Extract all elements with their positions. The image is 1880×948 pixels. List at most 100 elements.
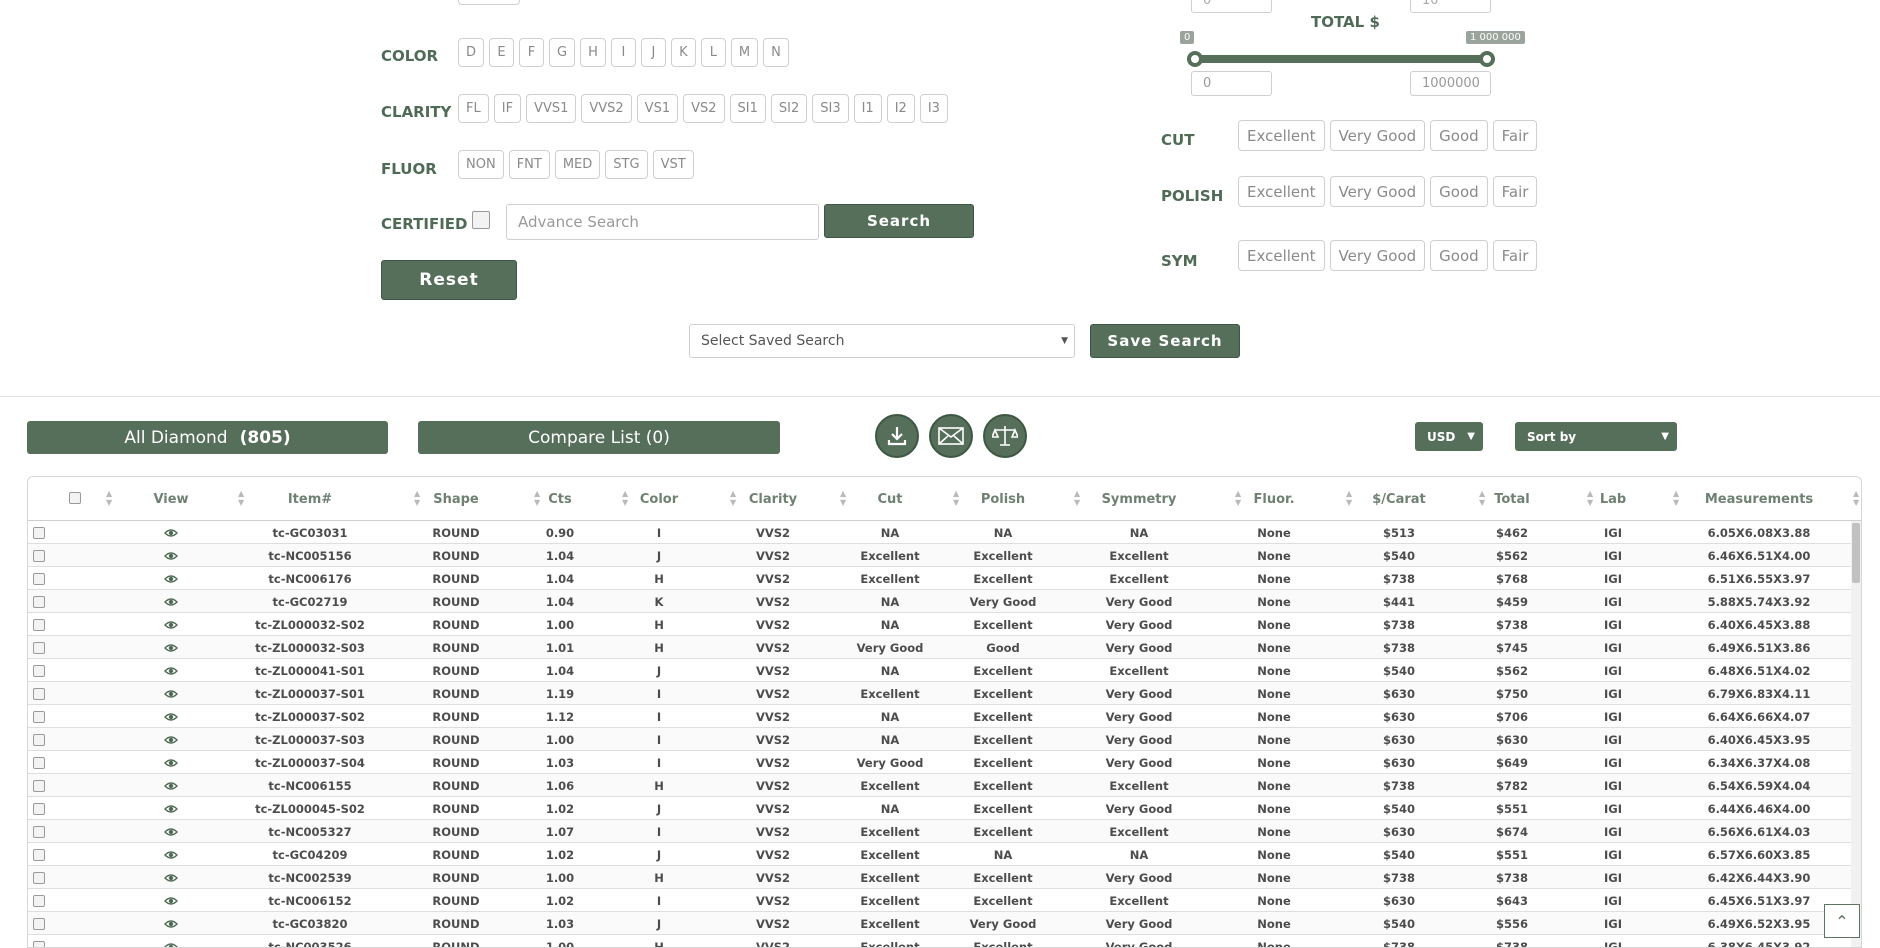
color-option-n[interactable]: N bbox=[763, 38, 789, 67]
view-eye-icon[interactable] bbox=[151, 866, 191, 889]
color-option-h[interactable]: H bbox=[580, 38, 606, 67]
download-button[interactable] bbox=[875, 414, 919, 458]
advance-search-input[interactable]: Advance Search bbox=[506, 204, 819, 240]
view-eye-icon[interactable] bbox=[151, 751, 191, 774]
row-checkbox[interactable] bbox=[33, 872, 45, 884]
color-option-i[interactable]: I bbox=[610, 38, 636, 67]
row-checkbox[interactable] bbox=[33, 895, 45, 907]
table-row[interactable]: tc-GC03820 ROUND 1.03 J VVS2 Excellent Very Go… bbox=[28, 912, 1861, 935]
color-option-e[interactable]: E bbox=[489, 38, 515, 67]
row-checkbox[interactable] bbox=[33, 665, 45, 677]
sym-option-good[interactable]: Good bbox=[1430, 240, 1488, 271]
cell-item-number[interactable]: tc-NC005327 bbox=[235, 820, 385, 843]
clarity-option-i2[interactable]: I2 bbox=[886, 94, 915, 123]
row-checkbox[interactable] bbox=[33, 734, 45, 746]
cell-item-number[interactable]: tc-NC002539 bbox=[235, 866, 385, 889]
sort-icon[interactable]: ▲ ▼ bbox=[1853, 489, 1859, 507]
color-option-k[interactable]: K bbox=[670, 38, 696, 67]
view-eye-icon[interactable] bbox=[151, 636, 191, 659]
clarity-option-vs1[interactable]: VS1 bbox=[636, 94, 679, 123]
column-header--carat[interactable]: $/Carat bbox=[1339, 477, 1459, 521]
table-scrollbar-thumb[interactable] bbox=[1852, 523, 1860, 583]
reset-button[interactable]: Reset bbox=[381, 260, 517, 300]
clarity-option-if[interactable]: IF bbox=[493, 94, 522, 123]
polish-option-fair[interactable]: Fair bbox=[1492, 176, 1538, 207]
compare-button[interactable] bbox=[983, 414, 1027, 458]
table-row[interactable]: tc-NC002539 ROUND 1.00 H VVS2 Excellent Excell… bbox=[28, 866, 1861, 889]
view-eye-icon[interactable] bbox=[151, 912, 191, 935]
cell-item-number[interactable]: tc-ZL000045-S02 bbox=[235, 797, 385, 820]
sym-option-excellent[interactable]: Excellent bbox=[1238, 240, 1325, 271]
column-header-fluor[interactable]: Fluor. bbox=[1214, 477, 1334, 521]
cut-option-excellent[interactable]: Excellent bbox=[1238, 120, 1325, 151]
row-checkbox[interactable] bbox=[33, 941, 45, 947]
sort-icon[interactable]: ▲ ▼ bbox=[1673, 489, 1679, 507]
table-row[interactable]: tc-ZL000045-S02 ROUND 1.02 J VVS2 NA Excellent… bbox=[28, 797, 1861, 820]
column-header-clarity[interactable]: Clarity bbox=[713, 477, 833, 521]
table-row[interactable]: tc-NC006155 ROUND 1.06 H VVS2 Excellent Excell… bbox=[28, 774, 1861, 797]
total-range-min-handle[interactable] bbox=[1187, 51, 1203, 67]
column-header-measurements[interactable]: Measurements bbox=[1699, 477, 1819, 521]
clarity-option-si3[interactable]: SI3 bbox=[812, 94, 849, 123]
cell-item-number[interactable]: tc-GC02719 bbox=[235, 590, 385, 613]
cell-item-number[interactable]: tc-NC003526 bbox=[235, 935, 385, 948]
certified-checkbox[interactable] bbox=[472, 211, 490, 229]
table-row[interactable]: tc-GC02719 ROUND 1.04 K VVS2 NA Very Good Very … bbox=[28, 590, 1861, 613]
cell-item-number[interactable]: tc-GC03820 bbox=[235, 912, 385, 935]
scroll-to-top-button[interactable]: ⌃ bbox=[1824, 904, 1860, 938]
row-checkbox[interactable] bbox=[33, 711, 45, 723]
fluor-option-vst[interactable]: VST bbox=[652, 150, 694, 179]
search-button[interactable]: Search bbox=[824, 204, 974, 238]
table-row[interactable]: tc-NC006152 ROUND 1.02 I VVS2 Excellent Excell… bbox=[28, 889, 1861, 912]
clarity-option-vvs2[interactable]: VVS2 bbox=[581, 94, 632, 123]
fluor-option-fnt[interactable]: FNT bbox=[508, 150, 550, 179]
table-row[interactable]: tc-NC005156 ROUND 1.04 J VVS2 Excellent Excell… bbox=[28, 544, 1861, 567]
view-eye-icon[interactable] bbox=[151, 843, 191, 866]
currency-select[interactable]: USD ▼ bbox=[1415, 422, 1483, 451]
view-eye-icon[interactable] bbox=[151, 728, 191, 751]
view-eye-icon[interactable] bbox=[151, 705, 191, 728]
color-option-d[interactable]: D bbox=[458, 38, 485, 67]
carat-from-input[interactable]: 0 bbox=[1191, 0, 1272, 13]
cell-item-number[interactable]: tc-GC03031 bbox=[235, 521, 385, 544]
view-eye-icon[interactable] bbox=[151, 797, 191, 820]
view-eye-icon[interactable] bbox=[151, 521, 191, 544]
select-all-checkbox[interactable] bbox=[69, 492, 81, 504]
color-option-f[interactable]: F bbox=[519, 38, 545, 67]
cell-item-number[interactable]: tc-ZL000032-S03 bbox=[235, 636, 385, 659]
column-header-lab[interactable]: Lab bbox=[1553, 477, 1673, 521]
total-from-input[interactable]: 0 bbox=[1191, 71, 1272, 96]
fluor-option-non[interactable]: NON bbox=[458, 150, 504, 179]
row-checkbox[interactable] bbox=[33, 688, 45, 700]
all-diamond-tab[interactable]: All Diamond (805) bbox=[27, 421, 388, 454]
cut-option-very-good[interactable]: Very Good bbox=[1329, 120, 1426, 151]
table-row[interactable]: tc-GC03031 ROUND 0.90 I VVS2 NA NA NA None $513 $4… bbox=[28, 521, 1861, 544]
clarity-option-i3[interactable]: I3 bbox=[919, 94, 948, 123]
total-range-slider[interactable] bbox=[1187, 51, 1495, 67]
column-header-symmetry[interactable]: Symmetry bbox=[1079, 477, 1199, 521]
clarity-option-vvs1[interactable]: VVS1 bbox=[526, 94, 577, 123]
save-search-button[interactable]: Save Search bbox=[1090, 324, 1240, 358]
sort-icon[interactable]: ▲ ▼ bbox=[238, 489, 244, 507]
table-row[interactable]: tc-ZL000041-S01 ROUND 1.04 J VVS2 NA Excellent… bbox=[28, 659, 1861, 682]
view-eye-icon[interactable] bbox=[151, 774, 191, 797]
row-checkbox[interactable] bbox=[33, 527, 45, 539]
row-checkbox[interactable] bbox=[33, 826, 45, 838]
cell-item-number[interactable]: tc-ZL000037-S04 bbox=[235, 751, 385, 774]
color-option-m[interactable]: M bbox=[730, 38, 759, 67]
view-eye-icon[interactable] bbox=[151, 889, 191, 912]
column-header-shape[interactable]: Shape bbox=[396, 477, 516, 521]
shape-chip-partial[interactable] bbox=[458, 0, 520, 5]
cell-item-number[interactable]: tc-ZL000037-S03 bbox=[235, 728, 385, 751]
cell-item-number[interactable]: tc-ZL000037-S01 bbox=[235, 682, 385, 705]
row-checkbox[interactable] bbox=[33, 803, 45, 815]
color-option-g[interactable]: G bbox=[549, 38, 576, 67]
total-range-max-handle[interactable] bbox=[1479, 51, 1495, 67]
view-eye-icon[interactable] bbox=[151, 590, 191, 613]
cell-item-number[interactable]: tc-ZL000037-S02 bbox=[235, 705, 385, 728]
cell-item-number[interactable]: tc-ZL000032-S02 bbox=[235, 613, 385, 636]
cell-item-number[interactable]: tc-NC006176 bbox=[235, 567, 385, 590]
column-header-cut[interactable]: Cut bbox=[830, 477, 950, 521]
view-eye-icon[interactable] bbox=[151, 544, 191, 567]
cut-option-good[interactable]: Good bbox=[1430, 120, 1488, 151]
